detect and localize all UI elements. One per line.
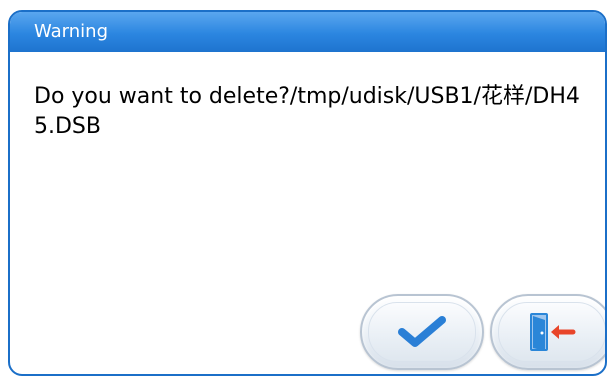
- confirm-button[interactable]: [360, 294, 484, 370]
- dialog-title-bar: Warning: [10, 12, 605, 52]
- exit-button[interactable]: [490, 294, 605, 370]
- exit-door-icon: [530, 313, 576, 351]
- dialog-message: Do you want to delete?/tmp/udisk/USB1/花样…: [34, 84, 580, 139]
- warning-dialog: Warning Do you want to delete?/tmp/udisk…: [8, 10, 607, 376]
- checkmark-icon: [398, 316, 446, 347]
- exit-button-face[interactable]: [498, 302, 605, 362]
- dialog-title: Warning: [34, 21, 109, 42]
- confirm-button-face[interactable]: [368, 302, 476, 362]
